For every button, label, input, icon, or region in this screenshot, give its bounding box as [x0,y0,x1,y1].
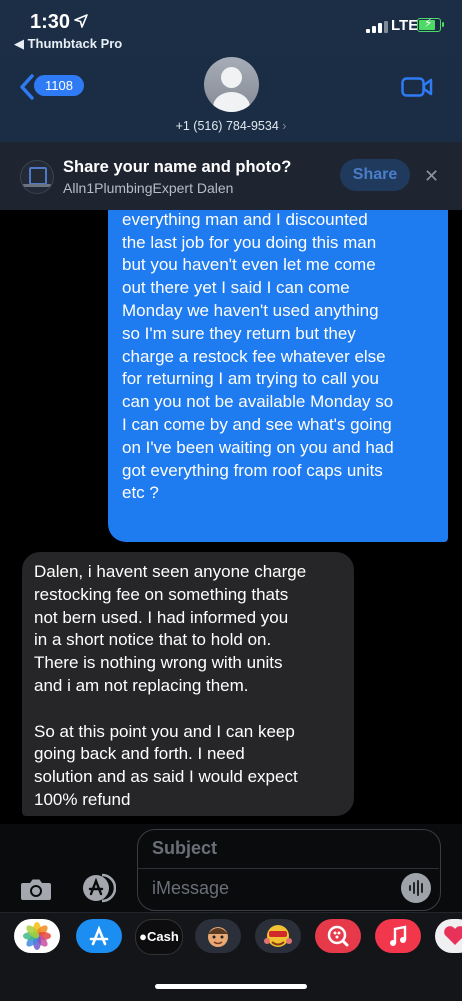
imessage-input[interactable]: iMessage [152,878,229,899]
subject-input[interactable]: Subject [152,838,217,859]
app-store-icon[interactable] [76,919,122,953]
avatar-body [213,92,250,112]
camera-icon[interactable] [20,877,52,901]
back-to-app-link[interactable]: ◀ Thumbtack Pro [14,36,122,52]
outgoing-message-text: that I will have to go return everything… [122,187,394,503]
phone-number-text: +1 (516) 784-9534 [175,119,279,133]
apple-logo-icon: ● [139,929,148,944]
home-indicator[interactable] [155,984,307,989]
status-time: 1:30 [30,11,71,33]
location-arrow-icon [74,14,88,28]
contact-phone-number[interactable]: +1 (516) 784-9534 › [0,119,462,133]
memoji-stickers-icon[interactable] [255,919,301,953]
contact-avatar[interactable] [204,57,259,112]
apple-cash-label: ●Cash [139,929,179,944]
conversation-header: 1108 +1 (516) 784-9534 › [0,56,462,143]
business-logo-icon [20,160,54,194]
share-banner-title: Share your name and photo? [63,158,292,176]
voice-memo-icon[interactable] [401,873,431,903]
battery-tip [442,22,444,27]
photos-app-icon[interactable] [14,919,60,953]
memoji-icon[interactable] [195,919,241,953]
apple-cash-icon[interactable]: ●Cash [135,919,183,955]
status-bar: 1:30 ◀ Thumbtack Pro LTE ⚡ [0,0,462,56]
share-name-photo-banner: Share your name and photo? Alln1Plumbing… [0,142,462,210]
facetime-video-icon[interactable] [401,76,433,98]
music-icon[interactable] [375,919,421,953]
avatar-head [221,67,242,88]
network-type: LTE [391,17,419,34]
app-store-apps-icon[interactable] [80,873,116,903]
incoming-message-text: Dalen, i havent seen anyone charge resto… [34,562,307,809]
close-icon[interactable]: ✕ [424,166,439,187]
share-banner-subtitle: Alln1PlumbingExpert Dalen [63,180,234,196]
unread-count-badge[interactable]: 1108 [34,75,84,96]
cellular-signal-icon [366,21,390,33]
share-button[interactable]: Share [340,159,410,191]
heart-app-icon[interactable] [435,919,462,953]
composer-divider [138,868,439,869]
search-images-icon[interactable] [315,919,361,953]
phone-chevron-icon: › [282,119,287,133]
battery-icon: ⚡ [417,16,441,32]
